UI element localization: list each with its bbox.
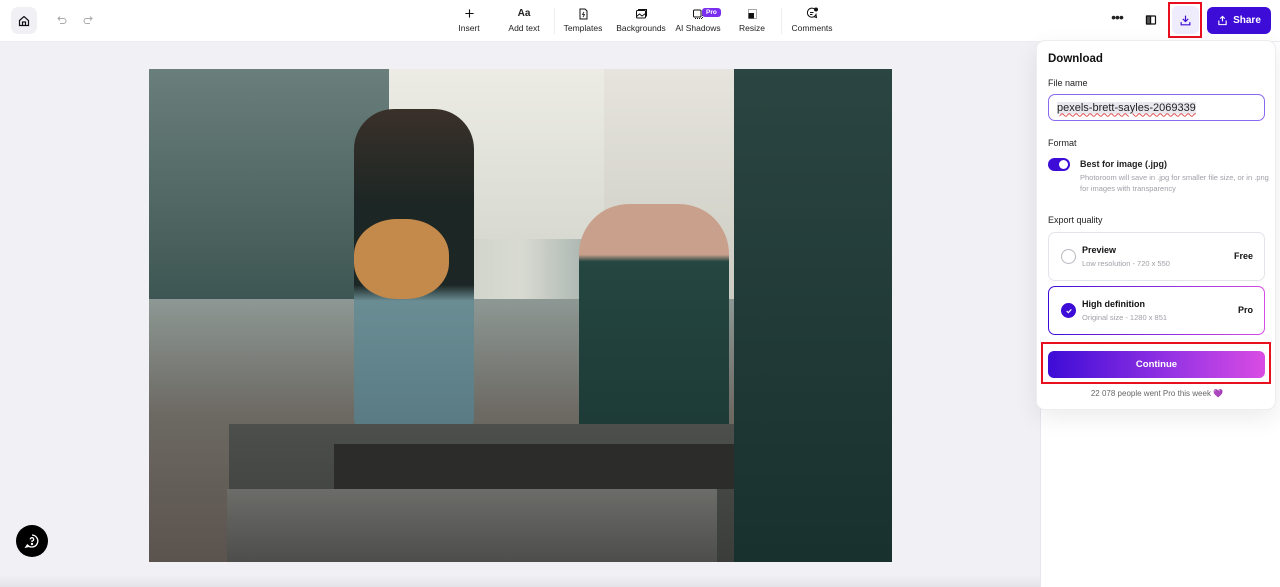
format-title: Best for image (.jpg) [1080, 159, 1168, 169]
radio-unselected[interactable] [1061, 249, 1076, 264]
home-button[interactable] [11, 7, 37, 34]
backgrounds-icon [635, 8, 647, 18]
export-quality-label: Export quality [1048, 215, 1103, 225]
quality-option-title: Preview [1082, 245, 1117, 255]
insert-label: Insert [458, 23, 480, 33]
home-icon [18, 15, 30, 26]
help-icon [24, 534, 39, 549]
comments-tool[interactable]: Comments [790, 6, 834, 36]
resize-icon [747, 8, 757, 19]
backgrounds-label: Backgrounds [616, 23, 666, 33]
photo-glass-window [734, 69, 892, 562]
pro-count-label: 22 078 people went Pro this week [1090, 389, 1211, 398]
photo-planter-soil [334, 444, 734, 489]
check-icon [1065, 308, 1072, 314]
format-toggle[interactable] [1048, 158, 1070, 171]
toolbar-divider [554, 8, 555, 34]
ai-shadows-label: AI Shadows [675, 23, 721, 33]
template-icon [579, 8, 587, 19]
more-options-button[interactable]: ••• [1108, 9, 1126, 28]
toggle-panel-button[interactable] [1143, 12, 1159, 28]
share-button[interactable]: Share [1207, 7, 1271, 34]
photo-building-left [149, 69, 389, 299]
more-icon: ••• [1111, 9, 1124, 25]
quality-option-subtitle: Original size - 1280 x 851 [1082, 313, 1168, 322]
quality-option-price: Free [1233, 251, 1253, 261]
comment-icon [806, 7, 818, 19]
pro-badge: Pro [702, 8, 721, 17]
bottom-shadow [0, 575, 1040, 587]
download-title: Download [1048, 53, 1103, 65]
redo-icon [83, 16, 93, 24]
add-text-label: Add text [508, 23, 540, 33]
add-text-tool[interactable]: Aa Add text [505, 6, 543, 36]
resize-label: Resize [739, 23, 765, 33]
share-label: Share [1233, 15, 1261, 26]
format-label: Format [1048, 138, 1077, 148]
undo-icon [57, 16, 67, 24]
toolbar-divider [781, 8, 782, 34]
templates-label: Templates [563, 23, 603, 33]
help-button[interactable] [16, 525, 48, 557]
photo-acoustic-guitar [354, 219, 449, 299]
templates-tool[interactable]: Templates [562, 6, 604, 36]
panel-toggle-icon [1145, 15, 1157, 25]
photo-planter-front [227, 489, 717, 562]
plus-icon [464, 9, 474, 18]
pro-count-text: 22 078 people went Pro this week 💜 [1037, 389, 1277, 398]
redo-button[interactable] [80, 12, 96, 28]
text-icon: Aa [517, 8, 531, 19]
top-toolbar: Insert Aa Add text Templates Backgrounds… [0, 0, 1280, 42]
file-name-value: pexels-brett-sayles-2069339 [1057, 101, 1196, 114]
resize-tool[interactable]: Resize [737, 6, 767, 36]
canvas-image[interactable] [149, 69, 892, 562]
photo-seated-musician [579, 204, 729, 434]
download-highlight-box [1168, 2, 1202, 38]
comments-label: Comments [791, 23, 833, 33]
file-name-label: File name [1048, 78, 1088, 88]
quality-option-subtitle: Low resolution - 720 x 550 [1082, 259, 1170, 268]
quality-option-preview[interactable]: Preview Low resolution - 720 x 550 Free [1048, 232, 1265, 281]
undo-button[interactable] [54, 12, 70, 28]
radio-selected[interactable] [1061, 303, 1076, 318]
quality-option-price: Pro [1237, 305, 1253, 315]
file-name-input[interactable]: pexels-brett-sayles-2069339 [1048, 94, 1265, 121]
purple-heart-icon: 💜 [1213, 389, 1224, 398]
insert-tool[interactable]: Insert [455, 6, 483, 36]
format-description: Photoroom will save in .jpg for smaller … [1080, 173, 1269, 193]
quality-option-high-definition[interactable]: High definition Original size - 1280 x 8… [1048, 286, 1265, 335]
continue-highlight-box [1041, 342, 1271, 384]
backgrounds-tool[interactable]: Backgrounds [614, 6, 668, 36]
share-icon [1218, 15, 1227, 26]
quality-option-title: High definition [1082, 299, 1145, 309]
